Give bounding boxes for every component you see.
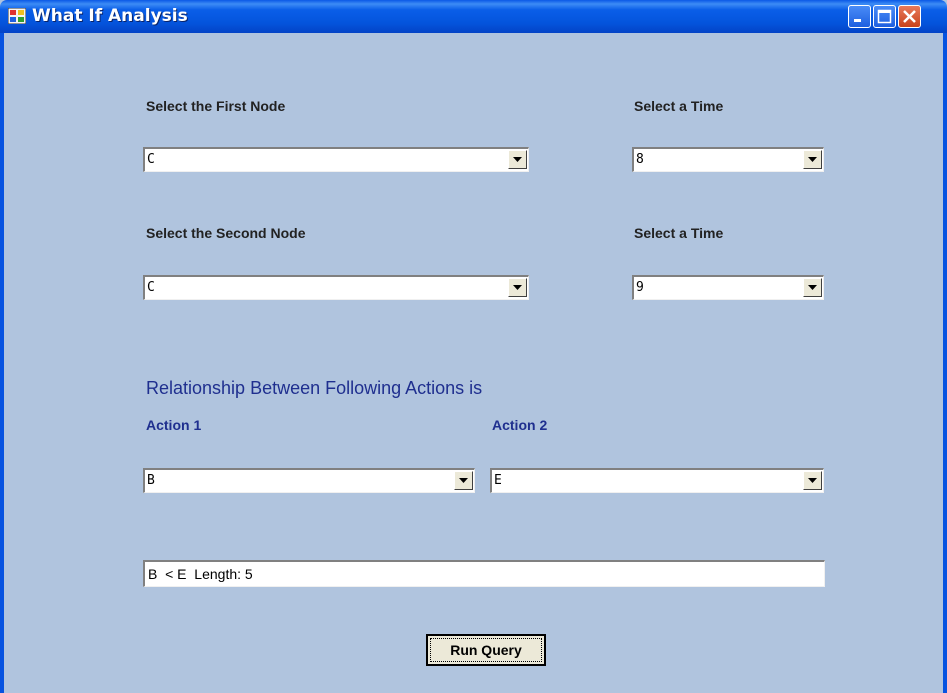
second-time-value: 9 — [636, 280, 644, 295]
second-node-dropdown-button[interactable] — [508, 278, 527, 297]
dropdown-arrow-icon — [808, 285, 817, 290]
title-bar[interactable]: What If Analysis — [0, 0, 947, 33]
dropdown-arrow-icon — [513, 285, 522, 290]
action2-dropdown-button[interactable] — [803, 471, 822, 490]
result-textbox[interactable]: B < E Length: 5 — [143, 560, 825, 587]
minimize-button[interactable] — [848, 5, 871, 28]
close-icon — [903, 10, 916, 23]
second-time-dropdown-button[interactable] — [803, 278, 822, 297]
window-frame-right — [943, 33, 947, 693]
first-node-label: Select the First Node — [146, 98, 286, 114]
dropdown-arrow-icon — [808, 157, 817, 162]
second-node-label: Select the Second Node — [146, 225, 306, 241]
first-node-value: C — [147, 152, 155, 167]
first-time-select[interactable]: 8 — [632, 147, 824, 172]
window-frame-left — [0, 33, 4, 693]
relationship-heading: Relationship Between Following Actions i… — [146, 378, 483, 398]
action1-label: Action 1 — [146, 417, 202, 433]
first-node-dropdown-button[interactable] — [508, 150, 527, 169]
maximize-button[interactable] — [873, 5, 896, 28]
window-title: What If Analysis — [32, 6, 188, 26]
run-query-label: Run Query — [430, 638, 542, 662]
minimize-icon — [854, 19, 861, 22]
first-node-select[interactable]: C — [143, 147, 529, 172]
result-text: B < E Length: 5 — [148, 566, 253, 582]
maximize-icon — [877, 9, 892, 24]
first-time-dropdown-button[interactable] — [803, 150, 822, 169]
second-node-value: C — [147, 280, 155, 295]
action2-select[interactable]: E — [490, 468, 824, 493]
second-node-select[interactable]: C — [143, 275, 529, 300]
first-time-label: Select a Time — [634, 98, 724, 114]
dropdown-arrow-icon — [459, 478, 468, 483]
action2-label: Action 2 — [492, 417, 548, 433]
second-time-label: Select a Time — [634, 225, 724, 241]
second-time-select[interactable]: 9 — [632, 275, 824, 300]
action1-select[interactable]: B — [143, 468, 475, 493]
first-time-value: 8 — [636, 152, 644, 167]
dropdown-arrow-icon — [513, 157, 522, 162]
action2-value: E — [494, 473, 502, 488]
dropdown-arrow-icon — [808, 478, 817, 483]
action1-dropdown-button[interactable] — [454, 471, 473, 490]
run-query-button[interactable]: Run Query — [426, 634, 546, 666]
action1-value: B — [147, 473, 155, 488]
what-if-window: What If Analysis Select the First Node S… — [0, 0, 947, 693]
close-button[interactable] — [898, 5, 921, 28]
app-icon — [8, 8, 26, 24]
